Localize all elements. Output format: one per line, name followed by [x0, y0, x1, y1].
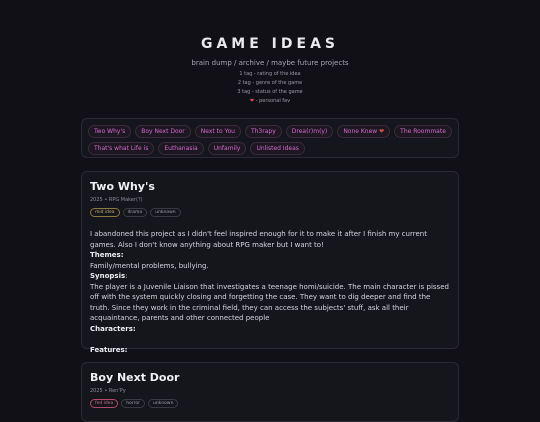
card-meta: 2025 • Ren'Py — [90, 388, 126, 394]
card-title: Boy Next Door — [90, 371, 180, 384]
idea-card-two-whys: Two Why's 2025 • RPG Maker(?) mid idea d… — [81, 171, 459, 354]
card-title: Two Why's — [90, 180, 155, 193]
synopsis-text: The player is a Juvenile Liaison that in… — [90, 282, 449, 323]
status-badge: unknown — [148, 399, 179, 408]
legend-line-fav: ❤ - personal fav — [0, 98, 540, 104]
tag-navigation: Two Why's Boy Next Door Next to You Th3r… — [81, 118, 459, 158]
synopsis-label: Synopsis — [90, 272, 126, 280]
tag-the-roommate[interactable]: The Roommate — [394, 125, 452, 138]
tag-euthanasia[interactable]: Euthanasia — [158, 142, 204, 155]
characters-label: Characters: — [90, 324, 136, 333]
page-title: GAME IDEAS — [200, 36, 339, 52]
genre-badge: drama — [122, 208, 148, 217]
idea-card-boy-next-door: Boy Next Door 2025 • Ren'Py fed idea hor… — [81, 362, 459, 422]
card-intro: I abandoned this project as I didn't fee… — [90, 230, 427, 249]
tag-dreamy[interactable]: Drea(r)m(y) — [285, 125, 334, 138]
legend-fav-text: - personal fav — [255, 98, 291, 104]
tag-two-whys[interactable]: Two Why's — [88, 125, 132, 138]
tag-thats-what-life-is[interactable]: That's what Life is — [88, 142, 155, 155]
heart-icon: ❤ — [379, 128, 385, 135]
page-subtitle: brain dump / archive / maybe future proj… — [191, 59, 349, 67]
tag-none-knew-label: None Knew — [343, 128, 378, 135]
tag-th3rapy[interactable]: Th3rapy — [244, 125, 282, 138]
rating-badge: mid idea — [90, 208, 120, 217]
card-body: I abandoned this project as I didn't fee… — [90, 230, 449, 354]
rating-badge: fed idea — [90, 399, 119, 408]
themes-text: Family/mental problems, bullying. — [90, 261, 209, 270]
tag-unfamily[interactable]: Unfamily — [207, 142, 247, 155]
tag-unlisted-ideas[interactable]: Unlisted Ideas — [250, 142, 305, 155]
legend-line-2: 2 tag - genre of the game — [237, 80, 303, 86]
themes-label: Themes: — [90, 251, 124, 259]
tag-boy-next-door[interactable]: Boy Next Door — [135, 125, 191, 138]
genre-badge: horror — [121, 399, 146, 408]
card-meta: 2025 • RPG Maker(?) — [90, 197, 143, 203]
legend-line-3: 3 tag - status of the game — [237, 89, 303, 95]
features-label: Features: — [90, 345, 128, 354]
status-badge: unknown — [150, 208, 181, 217]
heart-icon: ❤ — [249, 98, 255, 104]
tag-next-to-you[interactable]: Next to You — [194, 125, 241, 138]
card-badges: fed idea horror unknown — [90, 399, 450, 408]
card-badges: mid idea drama unknown — [90, 208, 450, 217]
legend-line-1: 1 tag - rating of the idea — [239, 71, 301, 77]
tag-none-knew[interactable]: None Knew ❤ — [337, 125, 391, 138]
